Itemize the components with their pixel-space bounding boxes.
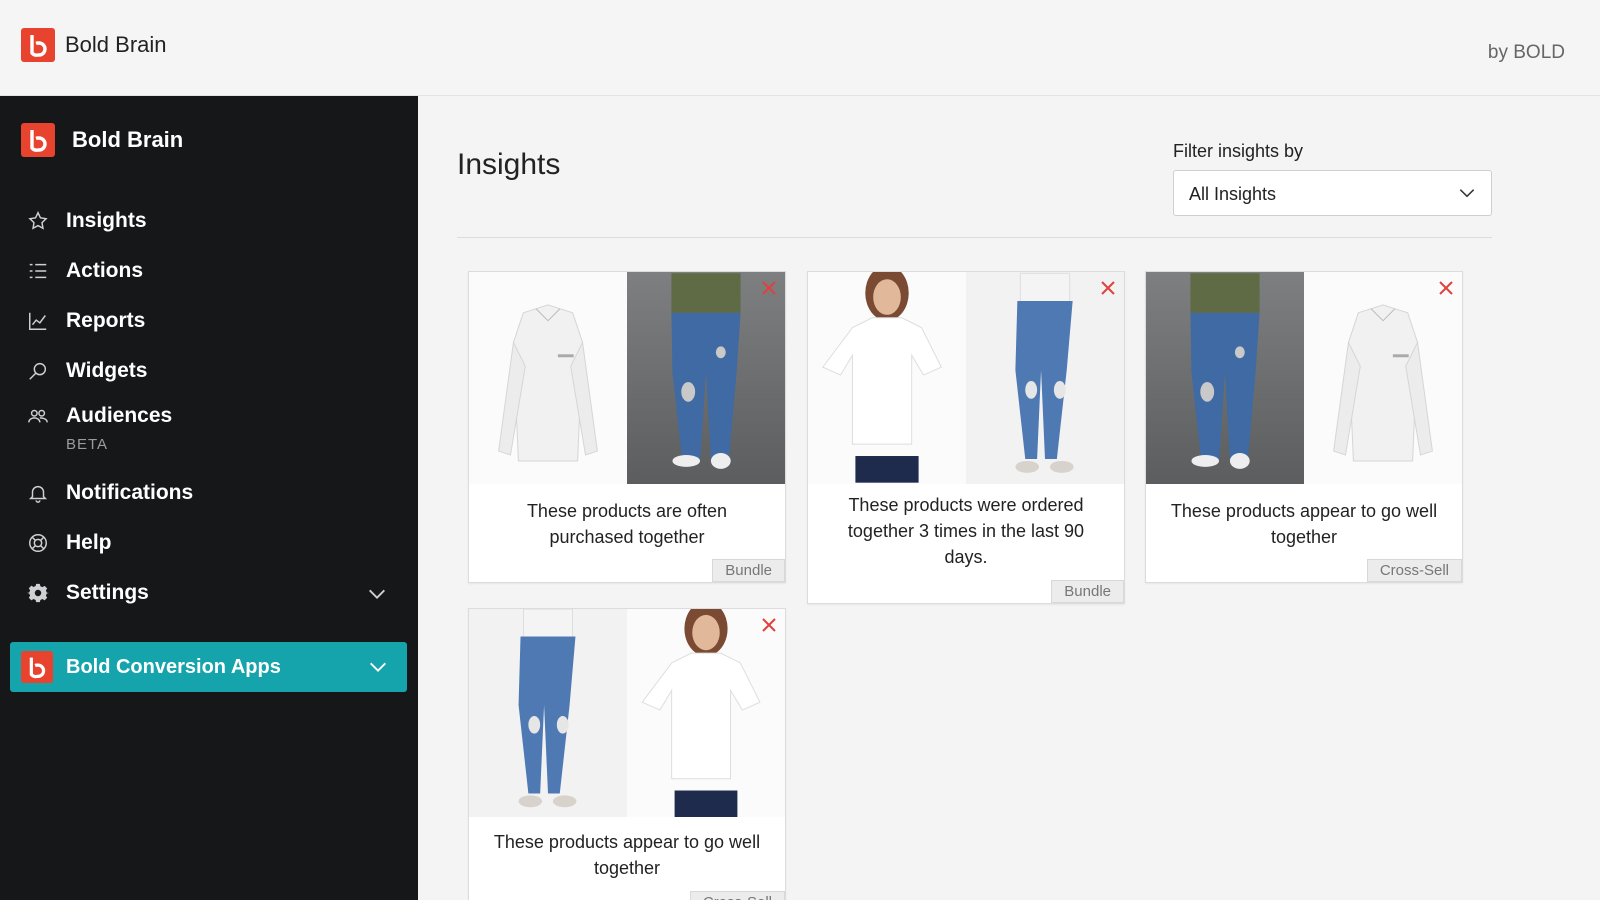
sidebar-item-actions[interactable]: Actions [0,246,418,296]
insight-card[interactable]: These products are often purchased toget… [468,271,786,583]
sidebar-item-label: Actions [66,259,144,282]
product-image-ripped-jeans[interactable] [627,272,785,484]
insight-type-badge: Cross-Sell [689,891,785,900]
product-images [1146,272,1462,484]
dismiss-close-icon[interactable] [1098,278,1118,298]
bold-logo-icon [21,28,55,62]
bold-logo-icon [21,651,53,683]
product-image-white-tshirt[interactable] [627,609,785,817]
users-icon [26,404,50,428]
apps-button-label: Bold Conversion Apps [66,655,281,678]
product-image-ripped-jeans[interactable] [1146,272,1304,484]
product-image-skinny-jeans[interactable] [469,609,627,817]
dismiss-close-icon[interactable] [759,278,779,298]
filter-selected-value: All Insights [1189,184,1277,204]
top-bar: Bold Brain by BOLD [0,0,1600,96]
byline: by BOLD [1487,42,1565,63]
sidebar-item-help[interactable]: Help [0,518,418,568]
insight-description: These products appear to go well togethe… [493,832,761,878]
sidebar-item-label: Insights [66,209,147,232]
filter-label: Filter insights by [1173,141,1304,161]
product-image-white-tshirt[interactable] [808,272,966,484]
product-images [469,272,785,484]
sidebar-item-reports[interactable]: Reports [0,296,418,346]
bell-icon [26,481,50,505]
beta-badge: BETA [66,436,109,453]
insight-card[interactable]: These products appear to go well togethe… [1145,271,1463,583]
sidebar: Bold Brain Insights Actions Reports Widg… [0,96,418,900]
dismiss-close-icon[interactable] [1436,278,1456,298]
sidebar-item-label: Audiences [66,404,173,427]
line-chart-icon [26,309,50,333]
chevron-down-icon[interactable] [366,583,388,610]
product-image-white-shirt[interactable] [1304,272,1462,484]
bold-logo-icon [21,123,55,157]
insight-type-badge: Bundle [1051,580,1124,603]
sidebar-item-label: Widgets [66,359,148,382]
sidebar-brand-name: Bold Brain [72,127,184,152]
insight-type-badge: Cross-Sell [1366,559,1462,582]
product-image-white-shirt[interactable] [469,272,627,484]
insight-card[interactable]: These products were ordered together 3 t… [807,271,1125,604]
insight-card[interactable]: These products appear to go well togethe… [468,608,786,900]
insights-filter-select[interactable]: All Insights [1173,170,1492,216]
sidebar-item-label: Reports [66,309,146,332]
insight-description: These products are often purchased toget… [526,501,728,547]
sidebar-item-insights[interactable]: Insights [0,196,418,246]
bold-conversion-apps-button[interactable]: Bold Conversion Apps [10,642,407,692]
insight-description: These products appear to go well togethe… [1170,501,1438,547]
page-title: Insights [457,148,561,181]
insight-description: These products were ordered together 3 t… [847,495,1085,567]
sidebar-item-notifications[interactable]: Notifications [0,468,418,518]
main-content: Insights Filter insights by All Insights [418,96,1600,900]
sidebar-item-widgets[interactable]: Widgets [0,346,418,396]
sidebar-nav: Insights Actions Reports Widgets Audienc… [0,196,418,618]
product-images [808,272,1124,484]
lifebuoy-icon [26,531,50,555]
app-title: Bold Brain [65,32,167,57]
sidebar-item-audiences[interactable]: Audiences BETA [0,396,418,468]
gear-icon [26,581,50,605]
divider [457,237,1492,238]
sidebar-item-label: Notifications [66,481,194,504]
dismiss-close-icon[interactable] [759,615,779,635]
list-icon [26,259,50,283]
chevron-down-icon [367,656,389,683]
search-icon [26,359,50,383]
sidebar-item-label: Settings [66,581,149,604]
star-icon [26,209,50,233]
sidebar-item-settings[interactable]: Settings [0,568,418,618]
insight-type-badge: Bundle [712,559,785,582]
product-image-skinny-jeans[interactable] [966,272,1124,484]
sidebar-brand[interactable]: Bold Brain [21,122,183,158]
product-images [469,609,785,817]
chevron-down-icon [1457,183,1477,208]
sidebar-item-label: Help [66,531,112,554]
